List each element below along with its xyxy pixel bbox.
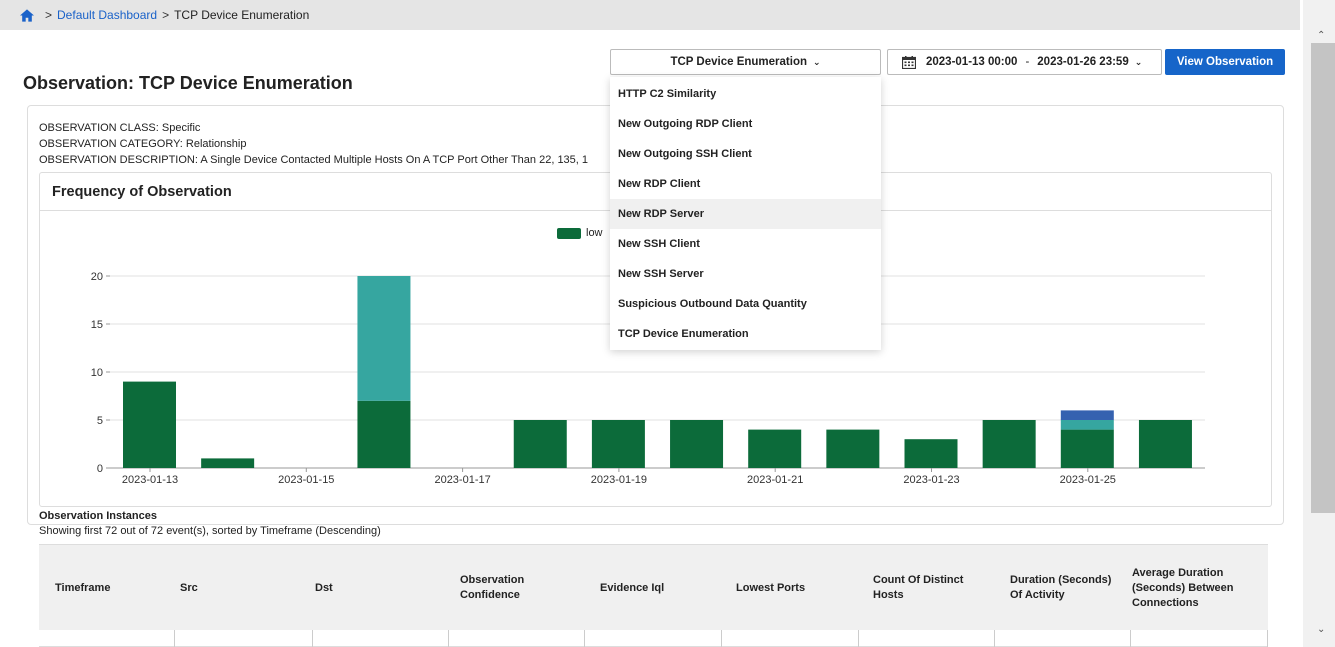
bar (513, 420, 567, 468)
dropdown-option[interactable]: Suspicious Outbound Data Quantity (610, 289, 881, 319)
column-header[interactable]: Count Of Distinct Hosts (873, 545, 993, 631)
dropdown-option[interactable]: New SSH Server (610, 259, 881, 289)
column-header[interactable]: Evidence Iql (600, 545, 720, 631)
y-tick-label: 20 (91, 271, 103, 283)
x-tick-label: 2023-01-13 (122, 474, 178, 486)
column-header[interactable]: Lowest Ports (736, 545, 856, 631)
bar (201, 458, 255, 468)
chart-legend[interactable]: low (557, 227, 603, 239)
dropdown-option[interactable]: New RDP Server (610, 199, 881, 229)
dropdown-option[interactable]: New SSH Client (610, 229, 881, 259)
column-header[interactable]: Src (180, 545, 300, 631)
dropdown-option[interactable]: New Outgoing RDP Client (610, 109, 881, 139)
instances-table: Timeframe Src Dst Observation Confidence Evi… (39, 544, 1268, 647)
bar (357, 400, 411, 468)
cell-divider (448, 630, 449, 647)
bar (826, 429, 880, 468)
instances-title: Observation Instances (39, 510, 157, 522)
instances-subtitle: Showing first 72 out of 72 event(s), sor… (39, 525, 381, 537)
cell-divider (312, 630, 313, 647)
y-tick-label: 0 (97, 463, 103, 475)
legend-swatch-low (557, 227, 581, 239)
y-tick-label: 15 (91, 319, 103, 331)
bar (1060, 410, 1114, 420)
column-header[interactable]: Timeframe (55, 545, 165, 631)
cell-divider (584, 630, 585, 647)
bar (1060, 420, 1114, 430)
bar (670, 420, 724, 468)
cell-divider (994, 630, 995, 647)
column-header[interactable]: Average Duration (Seconds) Between Conne… (1132, 545, 1262, 631)
bar (1138, 420, 1192, 468)
x-tick-label: 2023-01-15 (278, 474, 334, 486)
x-tick-label: 2023-01-21 (747, 474, 803, 486)
y-tick-label: 10 (91, 367, 103, 379)
dropdown-option[interactable]: New RDP Client (610, 169, 881, 199)
table-row[interactable] (39, 630, 1268, 647)
x-tick-label: 2023-01-25 (1060, 474, 1116, 486)
bar (123, 381, 176, 468)
bar (1060, 429, 1114, 468)
column-header[interactable]: Dst (315, 545, 445, 631)
dropdown-option[interactable]: New Outgoing SSH Client (610, 139, 881, 169)
observation-dropdown-menu[interactable]: HTTP C2 Similarity New Outgoing RDP Clien… (610, 77, 881, 350)
bar (591, 420, 645, 468)
column-header[interactable]: Duration (Seconds) Of Activity (1010, 545, 1125, 631)
cell-divider (721, 630, 722, 647)
bar (904, 439, 958, 468)
bar (982, 420, 1036, 468)
cell-divider (1130, 630, 1131, 647)
dropdown-option[interactable]: TCP Device Enumeration (610, 319, 881, 349)
dropdown-option[interactable]: HTTP C2 Similarity (610, 79, 881, 109)
cell-divider (1267, 630, 1268, 647)
column-header[interactable]: Observation Confidence (460, 545, 580, 631)
legend-label-low: low (586, 227, 603, 239)
cell-divider (174, 630, 175, 647)
x-tick-label: 2023-01-17 (434, 474, 490, 486)
x-tick-label: 2023-01-23 (903, 474, 959, 486)
bar (357, 276, 411, 401)
cell-divider (858, 630, 859, 647)
x-tick-label: 2023-01-19 (591, 474, 647, 486)
y-tick-label: 5 (97, 415, 103, 427)
bar (748, 429, 802, 468)
table-header: Timeframe Src Dst Observation Confidence Evi… (39, 544, 1268, 630)
